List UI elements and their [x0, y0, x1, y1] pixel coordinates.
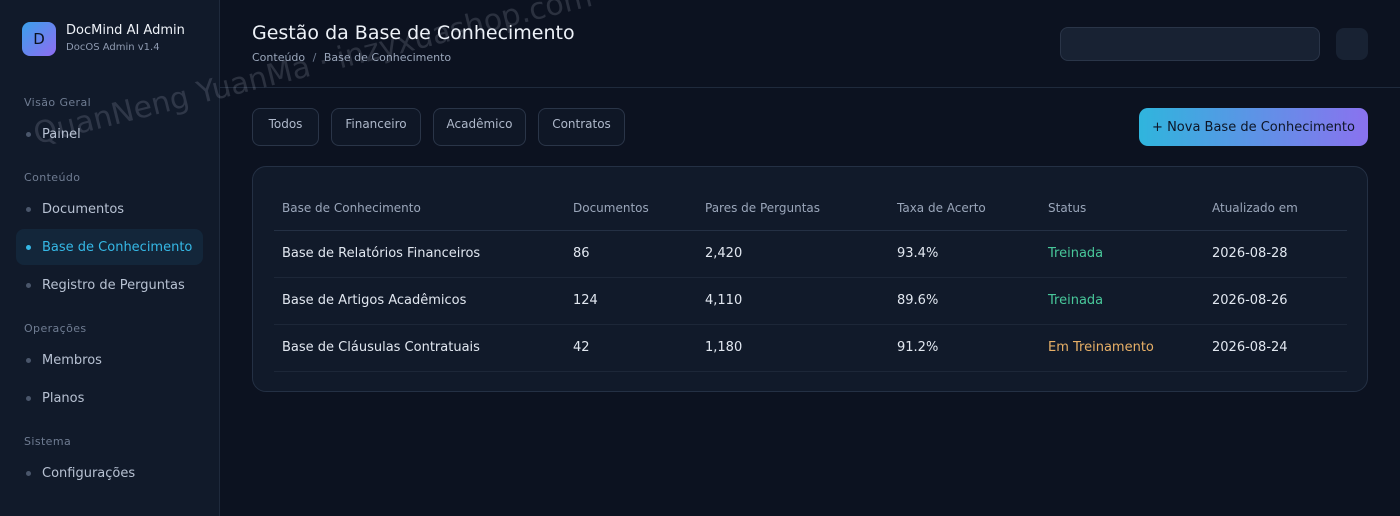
- cell-accuracy: 89.6%: [889, 277, 1040, 325]
- sidebar: D DocMind AI Admin DocOS Admin v1.4 Visã…: [0, 0, 220, 516]
- bullet-icon: [26, 131, 31, 137]
- sidebar-item-label: Registro de Perguntas: [42, 277, 185, 293]
- filter-contracts[interactable]: Contratos: [538, 108, 625, 146]
- bullet-icon: [26, 206, 31, 212]
- nav-section-system: Sistema: [24, 435, 72, 448]
- sidebar-item-plans[interactable]: Planos: [16, 380, 203, 416]
- column-header: Base de Conhecimento: [274, 187, 565, 231]
- cell-pairs: 2,420: [697, 230, 889, 278]
- brand: D DocMind AI Admin DocOS Admin v1.4: [22, 22, 185, 56]
- table-header-row: Base de Conhecimento Documentos Pares de…: [274, 187, 1347, 231]
- app-root: D DocMind AI Admin DocOS Admin v1.4 Visã…: [0, 0, 1400, 516]
- cell-updated: 2026-08-28: [1204, 230, 1347, 278]
- sidebar-item-label: Configurações: [42, 465, 136, 481]
- sidebar-item-knowledge-base[interactable]: Base de Conhecimento: [16, 229, 203, 265]
- breadcrumb-separator: /: [312, 51, 317, 64]
- header-action-button[interactable]: [1336, 28, 1368, 60]
- cell-accuracy: 91.2%: [889, 324, 1040, 372]
- search-input[interactable]: [1060, 27, 1320, 61]
- sidebar-item-label: Planos: [42, 390, 85, 406]
- cell-pairs: 4,110: [697, 277, 889, 325]
- column-header: Taxa de Acerto: [889, 187, 1040, 231]
- brand-subtitle: DocOS Admin v1.4: [66, 42, 160, 53]
- sidebar-item-dashboard[interactable]: Painel: [16, 116, 203, 152]
- bullet-icon: [26, 395, 31, 401]
- nav-section-overview: Visão Geral: [24, 96, 92, 109]
- breadcrumb-item-current: Base de Conhecimento: [323, 51, 452, 64]
- cell-updated: 2026-08-24: [1204, 324, 1347, 372]
- cell-accuracy: 93.4%: [889, 230, 1040, 278]
- bullet-icon: [26, 470, 31, 476]
- bullet-icon: [26, 244, 31, 250]
- column-header: Documentos: [565, 187, 697, 231]
- column-header: Atualizado em: [1204, 187, 1347, 231]
- sidebar-item-settings[interactable]: Configurações: [16, 455, 203, 491]
- sidebar-item-label: Documentos: [42, 201, 125, 217]
- cell-documents: 86: [565, 230, 697, 278]
- table-row[interactable]: Base de Artigos Acadêmicos 124 4,110 89.…: [274, 277, 1347, 325]
- sidebar-item-documents[interactable]: Documentos: [16, 191, 203, 227]
- sidebar-item-members[interactable]: Membros: [16, 342, 203, 378]
- column-header: Pares de Perguntas: [697, 187, 889, 231]
- filter-financial[interactable]: Financeiro: [331, 108, 421, 146]
- cell-name: Base de Cláusulas Contratuais: [274, 324, 565, 372]
- cell-documents: 124: [565, 277, 697, 325]
- status-badge: Treinada: [1040, 230, 1204, 278]
- bullet-icon: [26, 282, 31, 288]
- status-badge: Em Treinamento: [1040, 324, 1204, 372]
- breadcrumb: Conteúdo / Base de Conhecimento: [252, 51, 451, 64]
- sidebar-item-question-log[interactable]: Registro de Perguntas: [16, 267, 203, 303]
- sidebar-item-label: Base de Conhecimento: [42, 239, 193, 255]
- new-knowledge-base-button[interactable]: + Nova Base de Conhecimento: [1139, 108, 1368, 146]
- cell-name: Base de Artigos Acadêmicos: [274, 277, 565, 325]
- knowledge-base-table: Base de Conhecimento Documentos Pares de…: [274, 187, 1347, 372]
- cell-pairs: 1,180: [697, 324, 889, 372]
- nav-section-content: Conteúdo: [24, 171, 81, 184]
- table-row[interactable]: Base de Cláusulas Contratuais 42 1,180 9…: [274, 324, 1347, 372]
- filter-academic[interactable]: Acadêmico: [433, 108, 526, 146]
- filter-all[interactable]: Todos: [252, 108, 319, 146]
- cell-documents: 42: [565, 324, 697, 372]
- sidebar-item-label: Painel: [42, 126, 81, 142]
- status-badge: Treinada: [1040, 277, 1204, 325]
- brand-title: DocMind AI Admin: [66, 23, 185, 38]
- table-row[interactable]: Base de Relatórios Financeiros 86 2,420 …: [274, 230, 1347, 278]
- sidebar-item-label: Membros: [42, 352, 102, 368]
- column-header: Status: [1040, 187, 1204, 231]
- cell-updated: 2026-08-26: [1204, 277, 1347, 325]
- knowledge-base-table-card: Base de Conhecimento Documentos Pares de…: [252, 166, 1368, 392]
- cell-name: Base de Relatórios Financeiros: [274, 230, 565, 278]
- page-header: Gestão da Base de Conhecimento Conteúdo …: [220, 0, 1400, 88]
- brand-logo: D: [22, 22, 56, 56]
- nav-section-operations: Operações: [24, 322, 87, 335]
- breadcrumb-item-content[interactable]: Conteúdo: [252, 51, 305, 64]
- page-title: Gestão da Base de Conhecimento: [252, 22, 575, 44]
- bullet-icon: [26, 357, 31, 363]
